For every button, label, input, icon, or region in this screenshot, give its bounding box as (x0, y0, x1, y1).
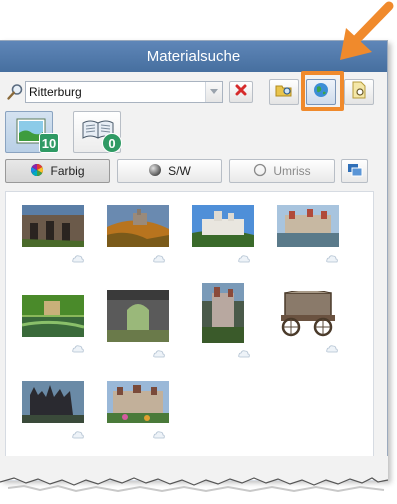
cloud-icon (326, 250, 338, 263)
color-wheel-icon (30, 163, 44, 180)
result-thumbnail[interactable] (277, 291, 339, 337)
cloud-icon (153, 426, 165, 439)
cloud-icon (153, 345, 165, 358)
torn-edge (0, 456, 389, 493)
cloud-icon (72, 340, 84, 353)
result-thumbnail[interactable] (192, 205, 254, 247)
result-thumbnail[interactable] (277, 205, 339, 247)
cloud-icon (72, 250, 84, 263)
images-count-badge: 10 (39, 133, 59, 153)
grayscale-sphere-icon (148, 163, 162, 180)
folder-search-button[interactable] (269, 79, 299, 105)
color-mode-label: Umriss (273, 164, 311, 178)
color-mode-label: Farbig (50, 164, 85, 178)
color-mode-label: S/W (168, 164, 191, 178)
cloud-icon (326, 340, 338, 353)
result-thumbnail[interactable] (22, 381, 84, 423)
pointer-arrow-icon (326, 0, 397, 75)
results-grid (5, 191, 374, 481)
red-x-icon (235, 83, 247, 101)
result-thumbnail[interactable] (107, 205, 169, 247)
cloud-icon (153, 250, 165, 263)
folder-search-icon (275, 82, 293, 103)
copy-windows-button[interactable] (341, 159, 368, 183)
documents-count-badge: 0 (102, 133, 122, 153)
cloud-icon (72, 426, 84, 439)
window-title: Materialsuche (146, 48, 241, 65)
document-search-icon (351, 81, 367, 104)
tab-text-documents[interactable]: 0 (73, 111, 122, 153)
clear-search-button[interactable] (229, 81, 253, 103)
highlight-box (301, 71, 344, 111)
cloud-icon (238, 345, 250, 358)
magnifier-icon (6, 83, 24, 101)
cloud-icon (238, 250, 250, 263)
color-mode-sw-button[interactable]: S/W (117, 159, 222, 183)
search-input[interactable] (26, 82, 204, 102)
outline-circle-icon (253, 163, 267, 180)
windows-stack-icon (347, 163, 363, 180)
stage: Materialsuche Ritterburg 10 0 Farbig S/W… (0, 0, 397, 504)
color-mode-farbig-button[interactable]: Farbig (5, 159, 110, 183)
color-mode-umriss-button[interactable]: Umriss (229, 159, 335, 183)
result-thumbnail[interactable] (107, 381, 169, 423)
tab-images[interactable]: 10 (5, 111, 59, 153)
document-search-button[interactable] (344, 79, 374, 105)
result-thumbnail[interactable] (202, 283, 244, 343)
result-thumbnail[interactable] (107, 290, 169, 342)
search-combobox[interactable] (25, 81, 223, 103)
result-thumbnail[interactable] (22, 295, 84, 337)
dropdown-arrow-icon[interactable] (205, 82, 222, 102)
result-thumbnail[interactable] (22, 205, 84, 247)
